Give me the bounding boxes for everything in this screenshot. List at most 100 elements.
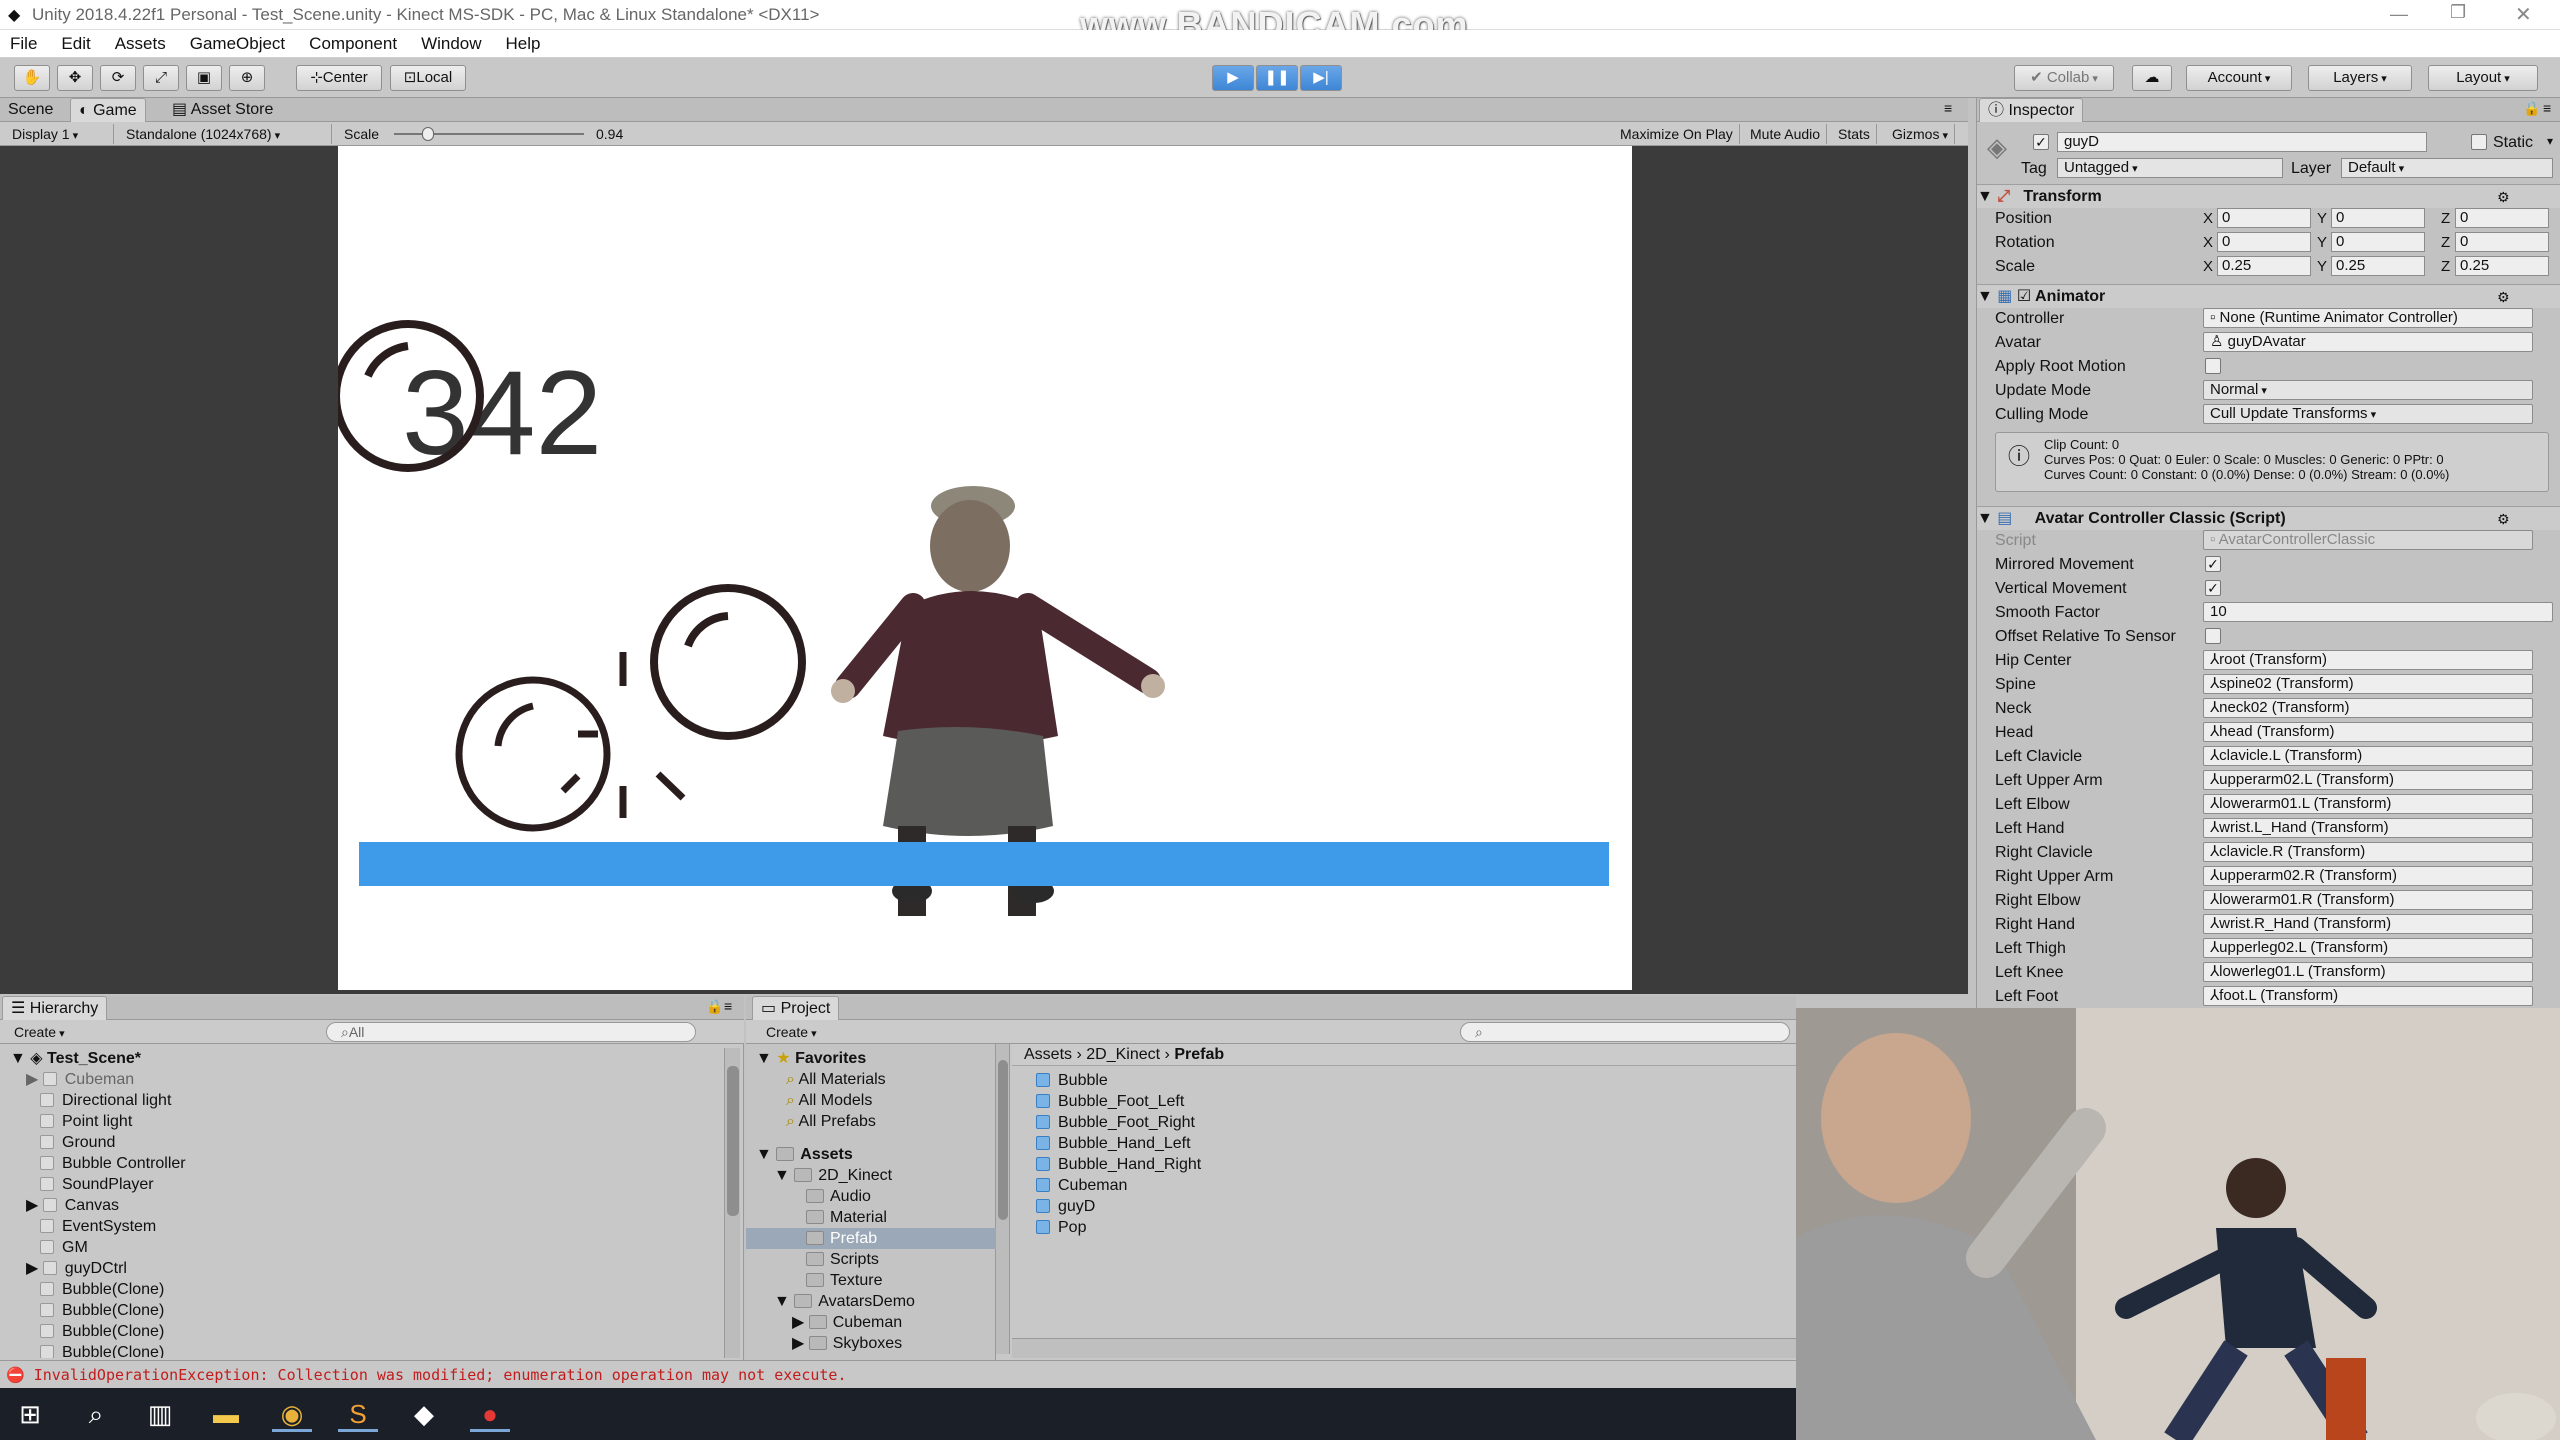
search-icon[interactable]: ⌕ xyxy=(76,1396,116,1432)
favorite-item[interactable]: ⌕ All Prefabs xyxy=(786,1111,876,1132)
bone-field[interactable]: ⅄upperarm02.R (Transform) xyxy=(2203,866,2533,886)
bone-field[interactable]: ⅄wrist.R_Hand (Transform) xyxy=(2203,914,2533,934)
asset-file[interactable]: Bubble_Foot_Left xyxy=(1036,1091,1184,1112)
scrollbar-thumb[interactable] xyxy=(998,1060,1008,1220)
bone-field[interactable]: ⅄foot.L (Transform) xyxy=(2203,986,2533,1006)
layers-dropdown[interactable]: Layers xyxy=(2308,65,2412,91)
tab-scene[interactable]: Scene xyxy=(0,98,61,122)
gizmos-dropdown[interactable]: Gizmos xyxy=(1886,124,1956,144)
scale-y-input[interactable]: 0.25 xyxy=(2331,256,2425,276)
hierarchy-scrollbar[interactable] xyxy=(724,1048,740,1358)
scrollbar-thumb[interactable] xyxy=(727,1066,739,1216)
asset-file[interactable]: Bubble xyxy=(1036,1070,1108,1091)
asset-file[interactable]: Bubble_Foot_Right xyxy=(1036,1112,1195,1133)
list-item[interactable]: ▶ Canvas xyxy=(26,1195,119,1216)
bone-field[interactable]: ⅄lowerleg01.L (Transform) xyxy=(2203,962,2533,982)
step-button[interactable]: ▶| xyxy=(1300,65,1342,91)
tab-inspector[interactable]: ⓘ Inspector xyxy=(1979,98,2084,122)
smooth-factor-input[interactable]: 10 xyxy=(2203,602,2553,622)
game-viewport[interactable]: 342 xyxy=(338,146,1632,990)
hierarchy-search-input[interactable]: ⌕All xyxy=(326,1022,696,1042)
project-search-input[interactable]: ⌕ xyxy=(1460,1022,1790,1042)
list-item[interactable]: SoundPlayer xyxy=(40,1174,154,1195)
bone-field[interactable]: ⅄clavicle.L (Transform) xyxy=(2203,746,2533,766)
favorite-item[interactable]: ⌕ All Materials xyxy=(786,1069,886,1090)
list-item[interactable]: ▶ Cubeman xyxy=(26,1069,134,1090)
lock-icon[interactable]: 🔒 xyxy=(2523,100,2540,117)
pivot-local-button[interactable]: ⊡Local xyxy=(390,65,466,91)
apply-root-motion-checkbox[interactable] xyxy=(2205,358,2221,374)
bone-field[interactable]: ⅄neck02 (Transform) xyxy=(2203,698,2533,718)
avatar-field[interactable]: ♙ guyDAvatar xyxy=(2203,332,2533,352)
rotation-z-input[interactable]: 0 xyxy=(2455,232,2549,252)
tree-folder[interactable]: Texture xyxy=(806,1270,882,1291)
position-z-input[interactable]: 0 xyxy=(2455,208,2549,228)
scale-z-input[interactable]: 0.25 xyxy=(2455,256,2549,276)
transform-tool-button[interactable]: ⊕ xyxy=(229,65,265,91)
project-create-dropdown[interactable]: Create xyxy=(760,1022,823,1042)
asset-file[interactable]: guyD xyxy=(1036,1196,1095,1217)
scene-root[interactable]: ▼ ◈ Test_Scene* xyxy=(10,1048,141,1069)
asset-file[interactable]: Cubeman xyxy=(1036,1175,1127,1196)
tree-folder-selected[interactable]: Prefab xyxy=(746,1228,996,1249)
hierarchy-create-dropdown[interactable]: Create xyxy=(8,1022,71,1042)
pause-button[interactable]: ❚❚ xyxy=(1256,65,1298,91)
pivot-center-button[interactable]: ⊹Center xyxy=(296,65,382,91)
menu-assets[interactable]: Assets xyxy=(115,30,166,58)
asset-file[interactable]: Pop xyxy=(1036,1217,1086,1238)
layout-dropdown[interactable]: Layout xyxy=(2428,65,2538,91)
lock-icon[interactable]: 🔒 xyxy=(706,998,723,1015)
tree-folder[interactable]: Audio xyxy=(806,1186,871,1207)
panel-menu-icon[interactable]: ≡ xyxy=(1944,100,1952,116)
mirrored-movement-checkbox[interactable]: ✓ xyxy=(2205,556,2221,572)
panel-menu-icon[interactable]: ≡ xyxy=(2543,100,2551,116)
breadcrumb-assets[interactable]: Assets xyxy=(1024,1046,1072,1063)
static-checkbox[interactable] xyxy=(2471,134,2487,150)
tab-project[interactable]: ▭ Project xyxy=(752,996,840,1020)
position-y-input[interactable]: 0 xyxy=(2331,208,2425,228)
bone-field[interactable]: ⅄lowerarm01.R (Transform) xyxy=(2203,890,2533,910)
menu-component[interactable]: Component xyxy=(309,30,397,58)
collab-dropdown[interactable]: ✔ Collab xyxy=(2014,65,2114,91)
list-item[interactable]: Bubble(Clone) xyxy=(40,1279,164,1300)
list-item[interactable]: Directional light xyxy=(40,1090,171,1111)
rect-tool-button[interactable]: ▣ xyxy=(186,65,222,91)
list-item[interactable]: Point light xyxy=(40,1111,132,1132)
unity-icon[interactable]: ◆ xyxy=(404,1396,444,1432)
list-item[interactable]: Bubble(Clone) xyxy=(40,1342,164,1358)
offset-relative-checkbox[interactable] xyxy=(2205,628,2221,644)
rotation-y-input[interactable]: 0 xyxy=(2331,232,2425,252)
display-dropdown[interactable]: Display 1 xyxy=(6,124,114,144)
tree-folder[interactable]: ▶ Cubeman xyxy=(792,1312,902,1333)
list-item[interactable]: Bubble(Clone) xyxy=(40,1321,164,1342)
stats-toggle[interactable]: Stats xyxy=(1832,124,1877,144)
tab-game[interactable]: ◐ Game xyxy=(70,98,146,122)
bone-field[interactable]: ⅄root (Transform) xyxy=(2203,650,2533,670)
menu-edit[interactable]: Edit xyxy=(61,30,90,58)
update-mode-dropdown[interactable]: Normal xyxy=(2203,380,2533,400)
bone-field[interactable]: ⅄spine02 (Transform) xyxy=(2203,674,2533,694)
close-icon[interactable]: ✕ xyxy=(2515,2,2532,27)
console-status-bar[interactable]: ⛔ InvalidOperationException: Collection … xyxy=(0,1360,1796,1388)
tree-folder[interactable]: Scripts xyxy=(806,1249,879,1270)
task-view-icon[interactable]: ▥ xyxy=(140,1396,180,1432)
list-item[interactable]: Bubble(Clone) xyxy=(40,1300,164,1321)
resolution-dropdown[interactable]: Standalone (1024x768) xyxy=(120,124,332,144)
menu-gameobject[interactable]: GameObject xyxy=(190,30,285,58)
hand-tool-button[interactable]: ✋ xyxy=(14,65,50,91)
tag-dropdown[interactable]: Untagged xyxy=(2057,158,2283,178)
tree-folder[interactable]: ▶ Skyboxes xyxy=(792,1333,902,1351)
panel-menu-icon[interactable]: ≡ xyxy=(724,998,732,1014)
mute-audio-toggle[interactable]: Mute Audio xyxy=(1744,124,1828,144)
favorites-header[interactable]: ▼ ★ Favorites xyxy=(756,1048,866,1069)
scale-slider[interactable]: Scale 0.94 xyxy=(338,124,638,144)
cloud-button[interactable]: ☁ xyxy=(2132,65,2172,91)
menu-window[interactable]: Window xyxy=(421,30,481,58)
bone-field[interactable]: ⅄lowerarm01.L (Transform) xyxy=(2203,794,2533,814)
gear-icon[interactable]: ⚙ xyxy=(2497,185,2510,209)
asset-file[interactable]: Bubble_Hand_Left xyxy=(1036,1133,1191,1154)
active-checkbox[interactable]: ✓ xyxy=(2033,134,2049,150)
bone-field[interactable]: ⅄clavicle.R (Transform) xyxy=(2203,842,2533,862)
tab-hierarchy[interactable]: ☰ Hierarchy xyxy=(2,996,108,1020)
scale-x-input[interactable]: 0.25 xyxy=(2217,256,2311,276)
